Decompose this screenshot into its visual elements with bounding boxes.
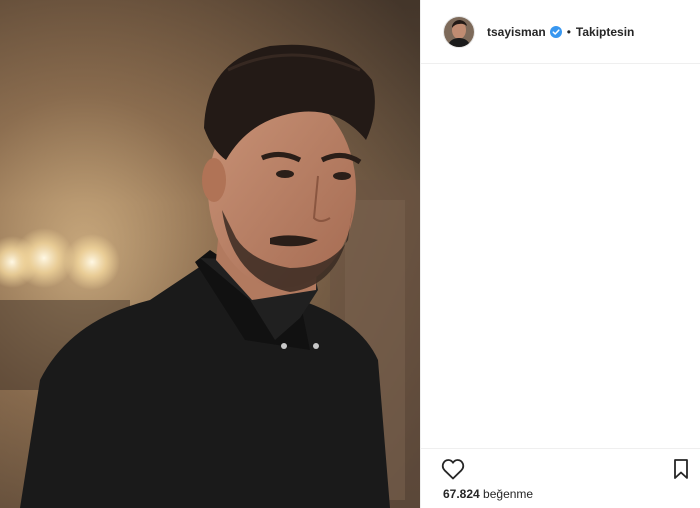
follow-status-button[interactable]: Takiptesin	[576, 25, 634, 39]
likes-label: beğenme	[483, 487, 534, 501]
instagram-post: tsayisman • Takiptesin 67.824 beğenme	[0, 0, 700, 508]
post-side-panel: tsayisman • Takiptesin 67.824 beğenme	[420, 0, 700, 508]
verified-badge-icon	[549, 25, 562, 38]
bookmark-outline-icon[interactable]	[672, 458, 690, 480]
post-actions-bar	[421, 448, 700, 488]
post-header: tsayisman • Takiptesin	[421, 0, 700, 64]
author-username[interactable]: tsayisman	[487, 25, 546, 39]
likes-number: 67.824	[443, 487, 480, 501]
likes-count[interactable]: 67.824 beğenme	[443, 487, 533, 501]
post-photo[interactable]	[0, 0, 420, 508]
heart-outline-icon[interactable]	[441, 458, 465, 480]
separator-dot: •	[566, 24, 571, 39]
author-avatar[interactable]	[443, 15, 475, 48]
